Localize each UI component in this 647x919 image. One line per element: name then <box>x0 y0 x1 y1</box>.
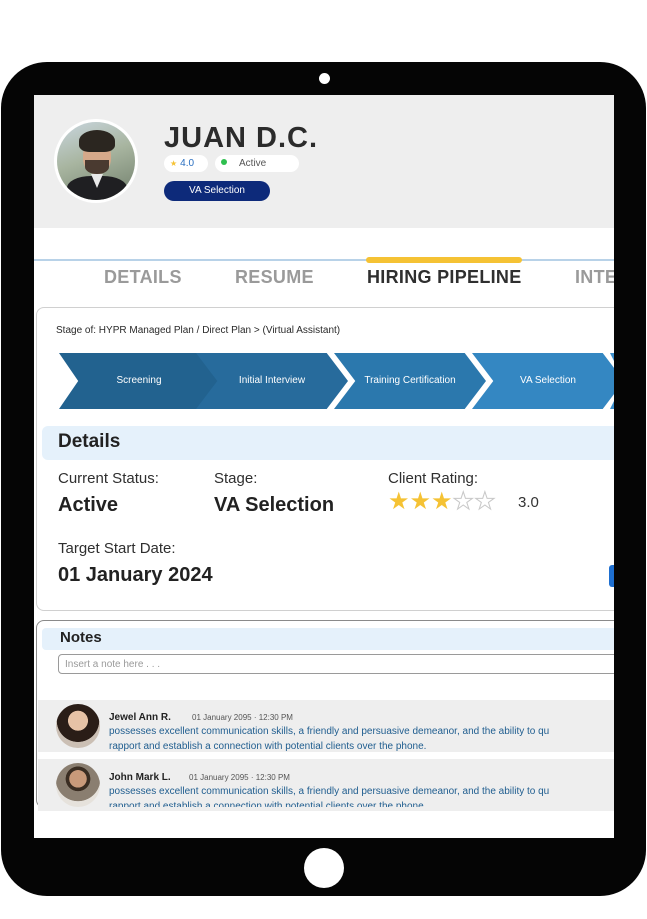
tab-interview[interactable]: INTE <box>575 267 614 288</box>
tabs-divider <box>34 259 614 261</box>
home-button[interactable] <box>304 848 344 888</box>
active-tab-indicator <box>366 257 522 263</box>
note-text-line2: rapport and establish a connection with … <box>109 741 427 752</box>
notes-header-bar <box>42 628 614 650</box>
stage-training-certification[interactable]: Training Certification <box>334 353 486 409</box>
stage-label: Stage: <box>214 470 258 487</box>
tab-details[interactable]: DETAILS <box>104 267 182 288</box>
note-input[interactable] <box>58 654 614 674</box>
edit-button[interactable] <box>609 565 614 587</box>
note-text-line2: rapport and establish a connection with … <box>109 801 427 807</box>
note-timestamp: 01 January 2095 · 12:30 PM <box>192 713 293 722</box>
current-status-value: Active <box>58 494 119 516</box>
stage-initial-interview[interactable]: Initial Interview <box>196 353 348 409</box>
star-icon: ★ <box>170 159 178 168</box>
camera-dot <box>319 73 330 84</box>
details-title: Details <box>58 431 121 452</box>
note-text-line1: possesses excellent communication skills… <box>109 726 550 737</box>
stage-badge: VA Selection <box>164 181 270 201</box>
notes-title: Notes <box>60 629 102 646</box>
tab-hiring-pipeline[interactable]: HIRING PIPELINE <box>367 267 522 288</box>
target-start-label: Target Start Date: <box>58 540 176 557</box>
star-outline-icon: ★ <box>452 488 475 515</box>
details-header-bar <box>42 426 614 460</box>
avatar <box>56 704 100 748</box>
client-rating-stars: ★★★★★ <box>388 488 496 515</box>
stage-screening[interactable]: Screening <box>59 353 219 409</box>
avatar <box>54 119 138 203</box>
app-screen: JUAN D.C. ★ 4.0 Active VA Selection DETAI… <box>34 95 614 838</box>
status-text: Active <box>239 158 267 169</box>
stage-path: Stage of: HYPR Managed Plan / Direct Pla… <box>56 325 341 336</box>
note-text-line1: possesses excellent communication skills… <box>109 786 550 797</box>
stage-value: VA Selection <box>214 494 335 516</box>
avatar <box>56 763 100 807</box>
star-icon: ★ <box>388 488 410 515</box>
star-outline-icon: ★ <box>474 488 496 515</box>
rating-value: 4.0 <box>180 158 195 169</box>
tablet-frame: JUAN D.C. ★ 4.0 Active VA Selection DETAI… <box>1 62 646 896</box>
star-icon: ★ <box>431 488 453 515</box>
note-author: John Mark L. <box>109 772 171 783</box>
client-rating-label: Client Rating: <box>388 470 479 487</box>
status-dot-icon <box>221 159 227 165</box>
star-icon: ★ <box>409 488 432 515</box>
stage-va-selection[interactable]: VA Selection <box>472 353 614 409</box>
candidate-name: JUAN D.C. <box>164 122 319 154</box>
target-start-value: 01 January 2024 <box>58 564 213 586</box>
tab-resume[interactable]: RESUME <box>235 267 314 288</box>
note-author: Jewel Ann R. <box>109 712 171 723</box>
status-pill: Active <box>215 155 299 172</box>
client-rating-value: 3.0 <box>518 494 539 511</box>
note-timestamp: 01 January 2095 · 12:30 PM <box>189 773 290 782</box>
profile-photo <box>57 122 135 200</box>
rating-pill: ★ 4.0 <box>164 155 208 172</box>
current-status-label: Current Status: <box>58 470 159 487</box>
profile-header: JUAN D.C. ★ 4.0 Active VA Selection <box>34 95 614 228</box>
